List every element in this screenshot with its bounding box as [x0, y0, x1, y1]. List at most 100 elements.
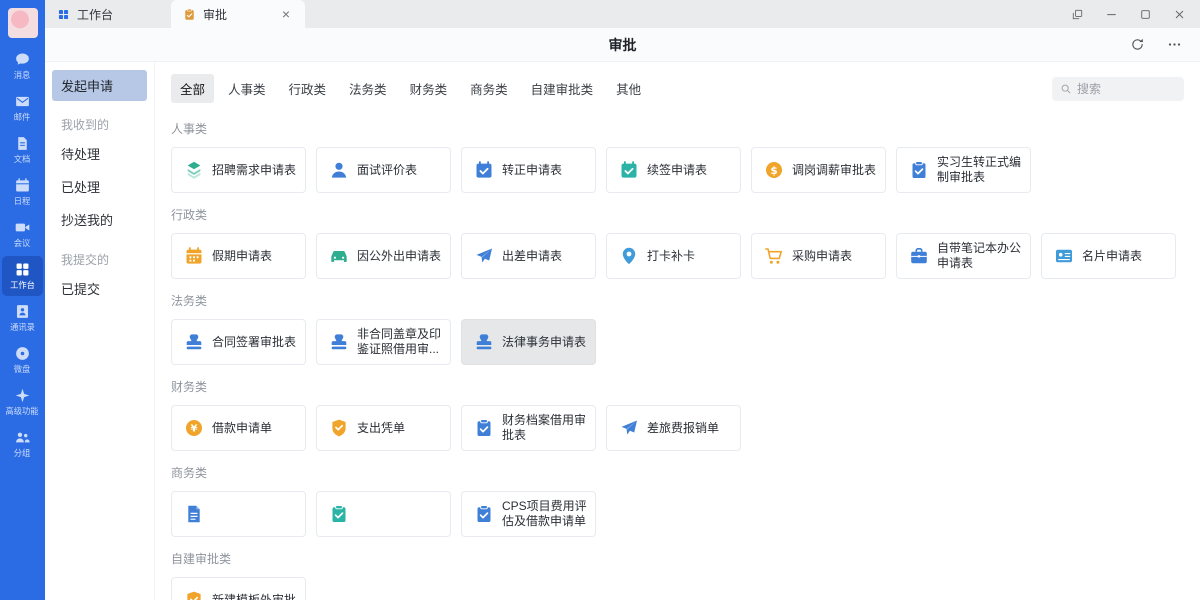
approval-card-label: 名片申请表	[1082, 249, 1148, 264]
rail-item-meeting[interactable]: 会议	[2, 214, 43, 254]
section: 行政类假期申请表因公外出申请表出差申请表打卡补卡采购申请表自带笔记本办公申请表名…	[171, 206, 1184, 279]
plane-icon	[474, 246, 494, 266]
approval-card[interactable]: 非合同盖章及印鉴证照借用审...	[316, 319, 451, 365]
card-grid: 合同签署审批表非合同盖章及印鉴证照借用审... 法律事务申请表	[171, 319, 1184, 365]
filter-tab[interactable]: 自建审批类	[522, 74, 603, 103]
grid-icon	[57, 8, 70, 21]
approval-card-label: 差旅费报销单	[647, 421, 725, 436]
filter-tab[interactable]: 法务类	[340, 74, 396, 103]
approval-card[interactable]: 假期申请表	[171, 233, 306, 279]
approval-card[interactable]: ¥借款申请单	[171, 405, 306, 451]
rail-item-label: 分组	[14, 449, 31, 457]
approval-card[interactable]: 转正申请表	[461, 147, 596, 193]
sidebar-group: 我收到的待处理已处理抄送我的	[52, 116, 147, 236]
more-icon[interactable]	[1167, 37, 1182, 52]
section: 财务类¥借款申请单支出凭单财务档案借用审批表差旅费报销单	[171, 378, 1184, 451]
rail-item-label: 通讯录	[10, 323, 35, 331]
user-avatar[interactable]	[8, 8, 38, 38]
approval-icon	[183, 8, 196, 21]
sidebar-groups: 我收到的待处理已处理抄送我的我提交的已提交	[52, 116, 147, 305]
search-box[interactable]	[1052, 77, 1184, 101]
content: 全部人事类行政类法务类财务类商务类自建审批类其他 人事类招聘需求申请表面试评价表…	[155, 62, 1200, 600]
car-icon	[329, 246, 349, 266]
filter-tab[interactable]: 其他	[607, 74, 650, 103]
chat-icon	[14, 51, 31, 68]
approval-card[interactable]	[171, 491, 306, 537]
sidebar-item[interactable]: 抄送我的	[52, 203, 147, 236]
calendar-check-icon	[619, 160, 639, 180]
group-icon	[14, 429, 31, 446]
sidebar-item-initiate[interactable]: 发起申请	[52, 70, 147, 101]
approval-card-label: CPS项目费用评估及借款申请单	[502, 499, 595, 529]
approval-card[interactable]: CPS项目费用评估及借款申请单	[461, 491, 596, 537]
section-title: 商务类	[171, 464, 1184, 481]
sidebar-item[interactable]: 已处理	[52, 170, 147, 203]
approval-card[interactable]: 因公外出申请表	[316, 233, 451, 279]
approval-card-label: 招聘需求申请表	[212, 163, 302, 178]
rail-item-chat[interactable]: 消息	[2, 46, 43, 86]
grid-icon	[14, 261, 31, 278]
approval-card[interactable]: 实习生转正式编制审批表	[896, 147, 1031, 193]
approval-card[interactable]	[316, 491, 451, 537]
approval-card-label: 财务档案借用审批表	[502, 413, 595, 443]
approval-card[interactable]: 出差申请表	[461, 233, 596, 279]
section-title: 人事类	[171, 120, 1184, 137]
section-title: 法务类	[171, 292, 1184, 309]
approval-card[interactable]: 名片申请表	[1041, 233, 1176, 279]
rail-item-group[interactable]: 分组	[2, 424, 43, 464]
approval-card[interactable]: $调岗调薪审批表	[751, 147, 886, 193]
app-window: 消息邮件文档日程会议工作台通讯录微盘高级功能分组 工作台 审批 × 审批	[0, 0, 1200, 600]
tab-approval[interactable]: 审批 ×	[171, 0, 305, 28]
filter-tab[interactable]: 商务类	[461, 74, 517, 103]
approval-card[interactable]: 面试评价表	[316, 147, 451, 193]
rail-item-label: 工作台	[10, 281, 35, 289]
approval-card[interactable]: 法律事务申请表	[461, 319, 596, 365]
approval-card[interactable]: 支出凭单	[316, 405, 451, 451]
section: 自建审批类新建模板外审批	[171, 550, 1184, 600]
approval-card[interactable]: 招聘需求申请表	[171, 147, 306, 193]
approval-card[interactable]: 财务档案借用审批表	[461, 405, 596, 451]
approval-card[interactable]: 采购申请表	[751, 233, 886, 279]
schedule-icon	[14, 177, 31, 194]
refresh-icon[interactable]	[1130, 37, 1145, 52]
filter-tab[interactable]: 行政类	[280, 74, 336, 103]
tab-workbench[interactable]: 工作台	[45, 0, 171, 28]
calendar-check-icon	[474, 160, 494, 180]
rail-item-drive[interactable]: 微盘	[2, 340, 43, 380]
approval-card[interactable]: 续签申请表	[606, 147, 741, 193]
approval-card[interactable]: 新建模板外审批	[171, 577, 306, 600]
badge-icon	[329, 418, 349, 438]
approval-card-label: 法律事务申请表	[502, 335, 592, 350]
approval-card-label: 假期申请表	[212, 249, 278, 264]
rail-item-contacts[interactable]: 通讯录	[2, 298, 43, 338]
layers-icon	[184, 160, 204, 180]
approval-card[interactable]: 差旅费报销单	[606, 405, 741, 451]
filter-tab[interactable]: 财务类	[401, 74, 457, 103]
tab-close-icon[interactable]: ×	[279, 5, 293, 23]
rail-item-grid[interactable]: 工作台	[2, 256, 43, 296]
approval-card[interactable]: 打卡补卡	[606, 233, 741, 279]
left-rail: 消息邮件文档日程会议工作台通讯录微盘高级功能分组	[0, 0, 45, 600]
rail-item-schedule[interactable]: 日程	[2, 172, 43, 212]
search-input[interactable]	[1077, 82, 1176, 96]
close-icon[interactable]	[1166, 3, 1192, 25]
approval-card[interactable]: 合同签署审批表	[171, 319, 306, 365]
approval-card[interactable]: 自带笔记本办公申请表	[896, 233, 1031, 279]
filter-tab[interactable]: 全部	[171, 74, 214, 103]
sidebar-item[interactable]: 已提交	[52, 272, 147, 305]
approval-card-label: 出差申请表	[502, 249, 568, 264]
section-title: 自建审批类	[171, 550, 1184, 567]
minimize-icon[interactable]	[1098, 3, 1124, 25]
filter-tab[interactable]: 人事类	[219, 74, 275, 103]
sidebar-item[interactable]: 待处理	[52, 137, 147, 170]
rail-item-label: 微盘	[14, 365, 31, 373]
rail-item-sparkle[interactable]: 高级功能	[2, 382, 43, 422]
id-card-icon	[1054, 246, 1074, 266]
maximize-icon[interactable]	[1132, 3, 1158, 25]
approval-card-label: 支出凭单	[357, 421, 411, 436]
approval-card-label: 调岗调薪审批表	[792, 163, 882, 178]
rail-item-mail[interactable]: 邮件	[2, 88, 43, 128]
rail-item-docs[interactable]: 文档	[2, 130, 43, 170]
popout-icon[interactable]	[1064, 3, 1090, 25]
header-actions	[1130, 37, 1200, 52]
